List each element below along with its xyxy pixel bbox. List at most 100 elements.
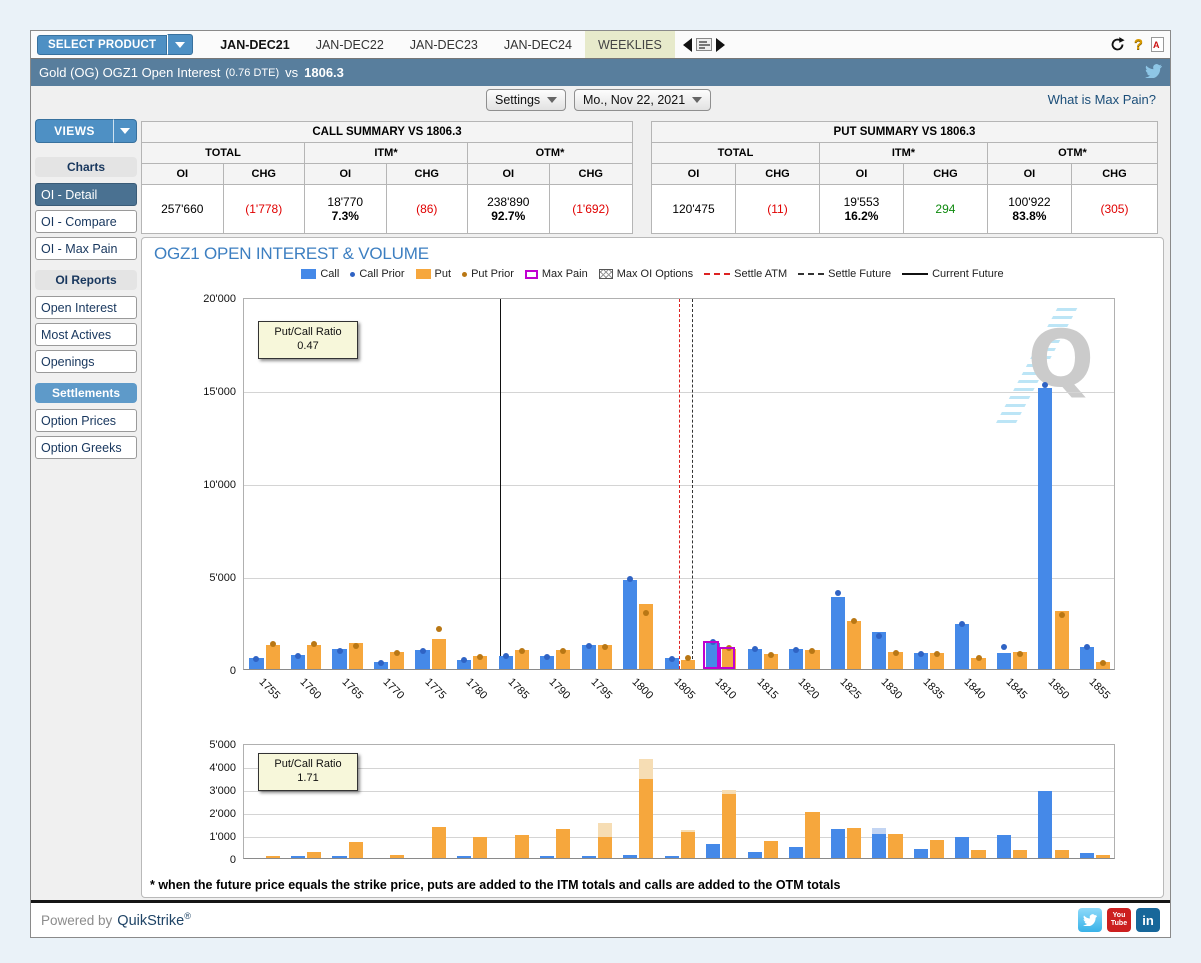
views-dropdown-arrow[interactable] bbox=[113, 119, 137, 143]
col-chg: CHG bbox=[1071, 164, 1157, 185]
twitter-icon[interactable] bbox=[1078, 908, 1102, 932]
put-itm-oi: 19'55316.2% bbox=[819, 185, 903, 234]
call-prior-dot-1855 bbox=[1084, 644, 1090, 650]
put-itm-chg: 294 bbox=[903, 185, 987, 234]
settings-dropdown[interactable]: Settings bbox=[486, 89, 566, 111]
call-volume-bar-1810 bbox=[706, 844, 720, 858]
call-volume-bar-1830 bbox=[872, 832, 886, 858]
sidebar-item-option-greeks[interactable]: Option Greeks bbox=[35, 436, 137, 459]
select-product-button[interactable]: SELECT PRODUCT bbox=[37, 35, 167, 55]
put-prior-dot-1850 bbox=[1059, 612, 1065, 618]
call-prior-dot-1825 bbox=[835, 590, 841, 596]
sidebar-item-oi-max-pain[interactable]: OI - Max Pain bbox=[35, 237, 137, 260]
call-volume-bar-1850 bbox=[1038, 791, 1052, 858]
toolbar: Settings Mo., Nov 22, 2021 What is Max P… bbox=[31, 86, 1170, 114]
sidebar-item-oi-detail[interactable]: OI - Detail bbox=[35, 183, 137, 206]
call-prior-dot-1765 bbox=[337, 648, 343, 654]
tab-nav bbox=[683, 38, 725, 52]
chevron-down-icon bbox=[120, 128, 130, 134]
put-volume-bar-1825 bbox=[847, 828, 861, 858]
linkedin-icon[interactable]: in bbox=[1136, 908, 1160, 932]
call-summary-table: CALL SUMMARY VS 1806.3 TOTAL ITM* OTM* O… bbox=[141, 121, 633, 234]
tab-jan-dec23[interactable]: JAN-DEC23 bbox=[397, 31, 491, 58]
tab-strip: JAN-DEC21JAN-DEC22JAN-DEC23JAN-DEC24WEEK… bbox=[207, 31, 675, 58]
tab-list-icon[interactable] bbox=[696, 38, 712, 51]
put-otm-header: OTM* bbox=[987, 143, 1157, 164]
call-total-oi: 257'660 bbox=[142, 185, 224, 234]
sidebar-item-oi-compare[interactable]: OI - Compare bbox=[35, 210, 137, 233]
next-tabs-icon[interactable] bbox=[716, 38, 725, 52]
put-prior-dot-1830 bbox=[893, 650, 899, 656]
sidebar-item-most-actives[interactable]: Most Actives bbox=[35, 323, 137, 346]
call-prior-dot-1840 bbox=[959, 621, 965, 627]
youtube-icon[interactable]: YouTube bbox=[1107, 908, 1131, 932]
sidebar-item-option-prices[interactable]: Option Prices bbox=[35, 409, 137, 432]
max-pain-highlight bbox=[719, 647, 735, 669]
call-volume-bar-1820 bbox=[789, 847, 803, 859]
chevron-down-icon bbox=[175, 42, 185, 48]
legend-max-oi-options: Max OI Options bbox=[599, 268, 693, 280]
date-dropdown[interactable]: Mo., Nov 22, 2021 bbox=[574, 89, 711, 111]
views-button[interactable]: VIEWS bbox=[35, 119, 137, 143]
prev-tabs-icon[interactable] bbox=[683, 38, 692, 52]
put-volume-bar-1760 bbox=[307, 852, 321, 858]
what-is-max-pain-link[interactable]: What is Max Pain? bbox=[1048, 92, 1156, 107]
chevron-down-icon bbox=[547, 97, 557, 103]
strike-label-1770: 1770 bbox=[381, 676, 407, 702]
tab-weeklies[interactable]: WEEKLIES bbox=[585, 31, 675, 58]
powered-by-label: Powered by bbox=[41, 913, 112, 928]
y-axis-tick: 2'000 bbox=[178, 808, 236, 820]
put-volume-bar-1815 bbox=[764, 841, 778, 858]
call-volume-bar-1780 bbox=[457, 856, 471, 858]
strike-label-1845: 1845 bbox=[1004, 676, 1030, 702]
date-value: Mo., Nov 22, 2021 bbox=[583, 93, 685, 107]
prior-volume-segment bbox=[681, 830, 695, 832]
sidebar-item-openings[interactable]: Openings bbox=[35, 350, 137, 373]
current-future-line bbox=[500, 299, 501, 669]
call-itm-header: ITM* bbox=[305, 143, 468, 164]
y-axis-tick: 5'000 bbox=[178, 739, 236, 751]
strike-label-1805: 1805 bbox=[671, 676, 697, 702]
twitter-icon[interactable] bbox=[1145, 64, 1162, 81]
call-total-header: TOTAL bbox=[142, 143, 305, 164]
quikstrike-brand[interactable]: QuikStrike® bbox=[117, 911, 191, 929]
prior-volume-segment bbox=[639, 759, 653, 780]
put-bar-1775 bbox=[432, 639, 446, 669]
title-bar: Gold (OG) OGZ1 Open Interest (0.76 DTE) … bbox=[31, 59, 1170, 86]
put-volume-bar-1770 bbox=[390, 855, 404, 858]
strike-label-1785: 1785 bbox=[505, 676, 531, 702]
put-volume-bar-1755 bbox=[266, 856, 280, 858]
call-volume-bar-1800 bbox=[623, 855, 637, 858]
put-volume-bar-1830 bbox=[888, 834, 902, 858]
pdf-export-icon[interactable]: A bbox=[1151, 37, 1164, 52]
put-volume-bar-1855 bbox=[1096, 855, 1110, 858]
settle-atm-line bbox=[679, 299, 680, 669]
select-product-dropdown[interactable] bbox=[167, 34, 193, 55]
tab-jan-dec22[interactable]: JAN-DEC22 bbox=[303, 31, 397, 58]
call-otm-header: OTM* bbox=[468, 143, 633, 164]
help-icon[interactable]: ? bbox=[1134, 36, 1143, 53]
social-links: YouTube in bbox=[1078, 908, 1160, 932]
put-bar-1760 bbox=[307, 645, 321, 669]
put-call-ratio-box: Put/Call Ratio1.71 bbox=[258, 753, 358, 791]
tab-jan-dec21[interactable]: JAN-DEC21 bbox=[207, 31, 302, 58]
strike-label-1800: 1800 bbox=[630, 676, 656, 702]
col-chg: CHG bbox=[903, 164, 987, 185]
call-volume-bar-1845 bbox=[997, 835, 1011, 858]
col-oi: OI bbox=[305, 164, 387, 185]
tab-jan-dec24[interactable]: JAN-DEC24 bbox=[491, 31, 585, 58]
call-bar-1855 bbox=[1080, 647, 1094, 669]
title-vs: vs bbox=[285, 65, 298, 80]
put-otm-chg: (305) bbox=[1071, 185, 1157, 234]
strike-label-1820: 1820 bbox=[796, 676, 822, 702]
strike-label-1775: 1775 bbox=[422, 676, 448, 702]
prior-volume-segment bbox=[722, 790, 736, 795]
refresh-icon[interactable] bbox=[1109, 36, 1126, 53]
legend-marker-icon bbox=[525, 270, 538, 279]
title-dte: (0.76 DTE) bbox=[225, 67, 279, 79]
put-volume-bar-1765 bbox=[349, 842, 363, 858]
call-prior-dot-1770 bbox=[378, 660, 384, 666]
sidebar-item-open-interest[interactable]: Open Interest bbox=[35, 296, 137, 319]
legend-settle-future: Settle Future bbox=[798, 268, 891, 280]
put-bar-1850 bbox=[1055, 611, 1069, 669]
